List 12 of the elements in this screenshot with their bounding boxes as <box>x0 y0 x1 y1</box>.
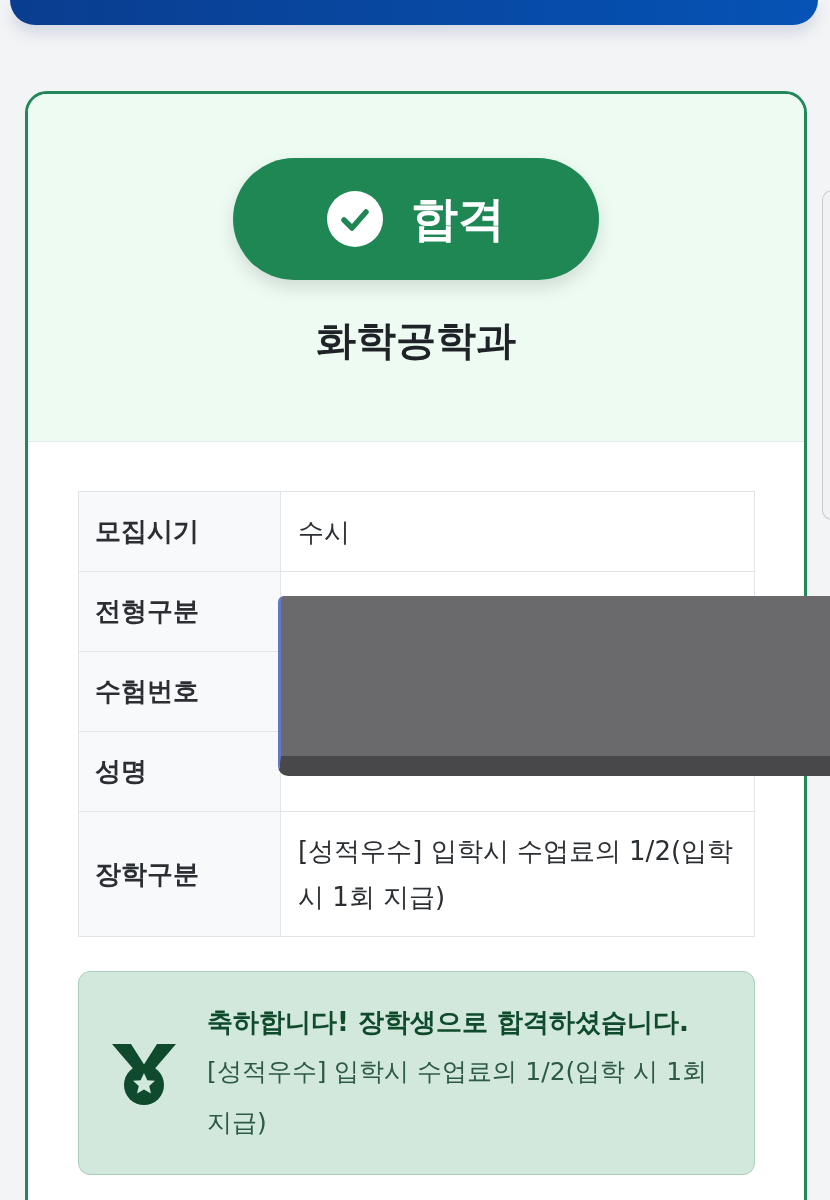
row-label-cell: 장학구분 <box>78 811 281 937</box>
row-value-cell: 수시 <box>280 491 755 572</box>
check-circle-icon <box>327 191 383 247</box>
row-label-cell: 모집시기 <box>78 491 281 572</box>
row-label-cell: 성명 <box>78 731 281 812</box>
notice-text: [성적우수] 입학시 수업료의 1/2(입학 시 1회 지급) <box>207 1056 709 1139</box>
department-title: 화학공학과 <box>316 316 516 365</box>
status-text: 합격 <box>411 190 505 248</box>
row-label-cell: 전형구분 <box>78 571 281 652</box>
row-value-cell: [성적우수] 입학시 수업료의 1/2(입학 시 1회 지급) <box>280 811 755 937</box>
row-label-cell: 수험번호 <box>78 651 281 732</box>
notice-title: 축하합니다! 장학생으로 합격하셨습니다. <box>207 1006 690 1039</box>
